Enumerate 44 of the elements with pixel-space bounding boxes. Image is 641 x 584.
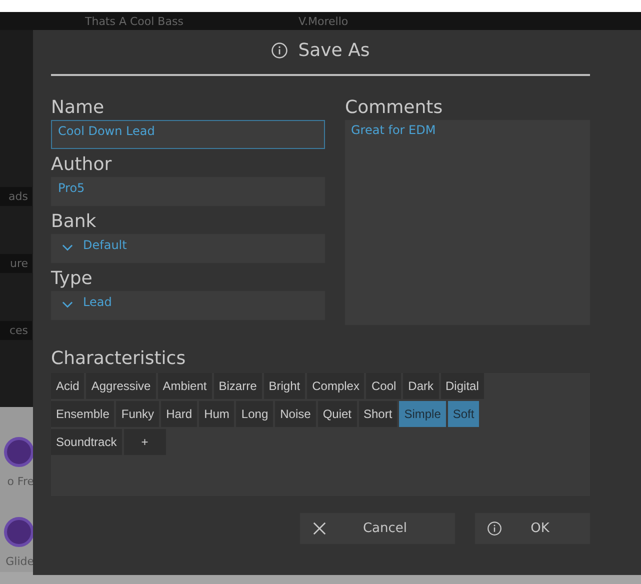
tag[interactable]: Ambient <box>158 373 212 399</box>
tag[interactable]: Complex <box>307 373 364 399</box>
info-icon <box>487 521 502 536</box>
add-tag-button[interactable]: + <box>124 429 166 455</box>
dropdown[interactable]: Default <box>51 234 325 263</box>
preset-name: Thats A Cool Bass <box>85 14 184 28</box>
field-label: Comments <box>345 96 444 120</box>
dropdown[interactable]: Lead <box>51 291 325 320</box>
tag[interactable]: Digital <box>440 373 484 399</box>
dialog-title: Save As <box>298 40 370 60</box>
tag[interactable]: Aggressive <box>86 373 156 399</box>
tag[interactable]: Short <box>358 401 398 427</box>
tag[interactable]: Funky <box>116 401 160 427</box>
text-field[interactable]: Pro5 <box>51 177 325 206</box>
field-label: Bank <box>51 211 96 232</box>
knob-label: o Fre <box>7 475 34 488</box>
field-label: Name <box>51 97 104 118</box>
preset-author: V.Morello <box>298 14 348 28</box>
ok-button[interactable]: OK <box>475 513 590 544</box>
tag[interactable]: Bizarre <box>214 373 262 399</box>
tag[interactable]: Cool <box>366 373 402 399</box>
knob[interactable] <box>4 517 34 547</box>
tag[interactable]: Quiet <box>318 401 356 427</box>
info-icon <box>271 42 288 58</box>
tag[interactable]: Long <box>236 401 274 427</box>
field-label: Author <box>51 154 112 175</box>
close-icon <box>312 521 327 536</box>
tag[interactable]: Hum <box>199 401 234 427</box>
field-label: Type <box>51 268 92 289</box>
tag[interactable]: Bright <box>264 373 306 399</box>
knob-label: Glide <box>6 555 34 568</box>
tag[interactable]: Noise <box>275 401 316 427</box>
tag[interactable]: Soundtrack <box>51 429 122 455</box>
tag[interactable]: Ensemble <box>51 401 114 427</box>
text-field[interactable]: Cool Down Lead <box>51 120 325 149</box>
tag[interactable]: Acid <box>51 373 84 399</box>
section-label: Characteristics <box>51 347 187 371</box>
knob[interactable] <box>4 437 34 467</box>
chevron-down-icon <box>62 301 73 309</box>
tag[interactable]: Dark <box>403 373 439 399</box>
chevron-down-icon <box>62 244 73 252</box>
comments-field[interactable]: Great for EDM <box>345 120 590 325</box>
tag[interactable]: Hard <box>161 401 198 427</box>
cancel-button[interactable]: Cancel <box>300 513 455 544</box>
